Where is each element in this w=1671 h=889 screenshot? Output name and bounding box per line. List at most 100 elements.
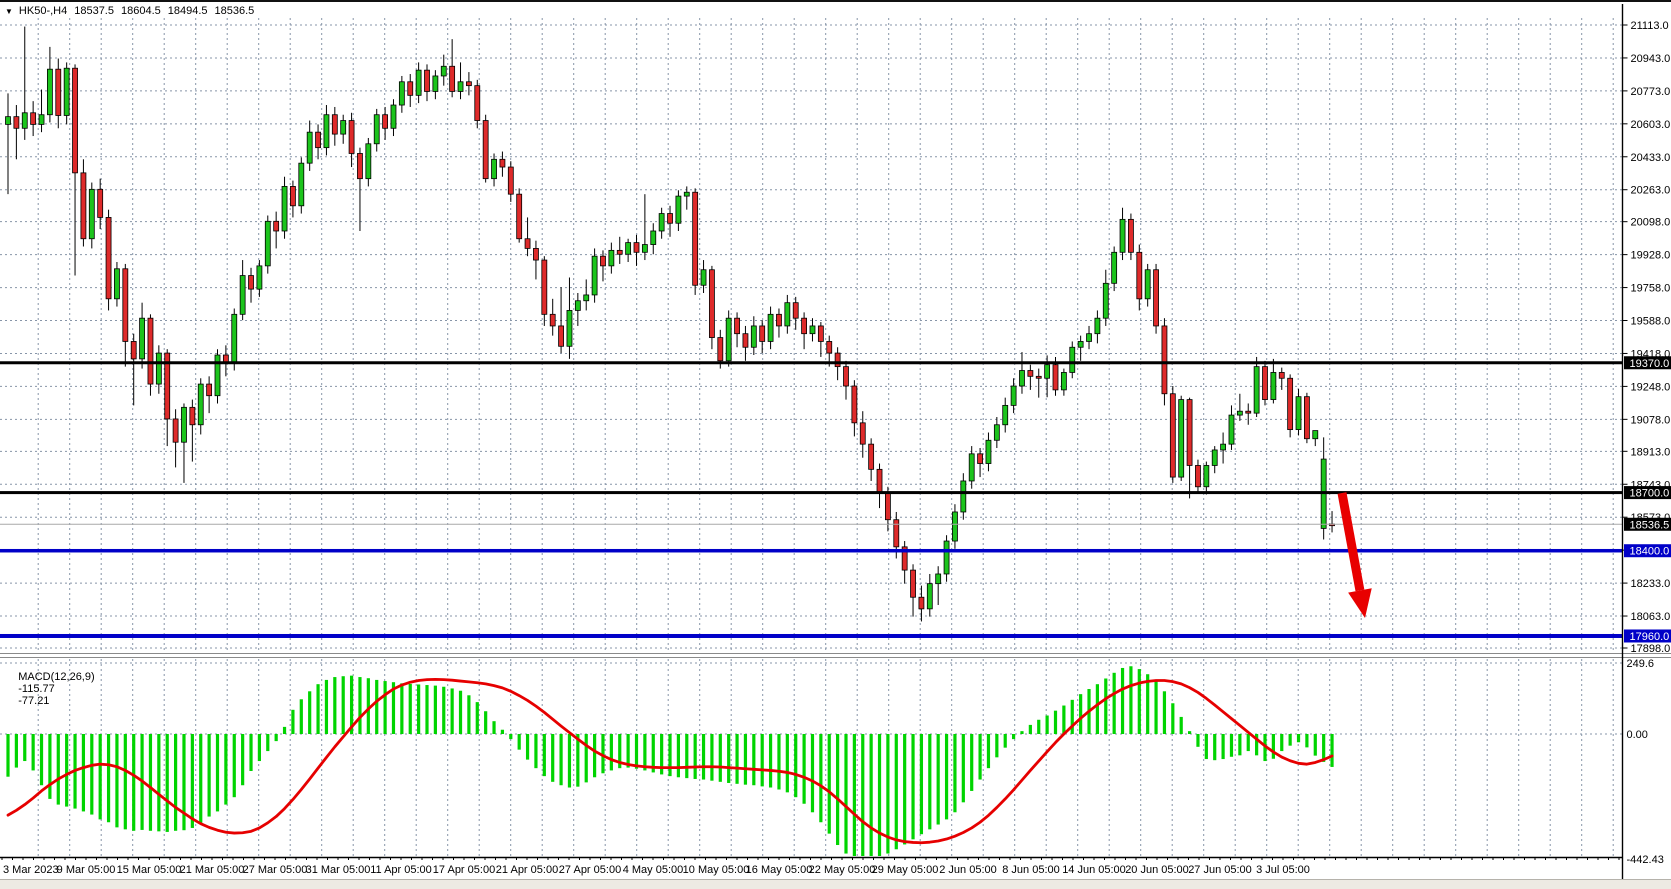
candle-bear [349, 121, 354, 154]
candle-bull [1145, 270, 1150, 299]
macd-histogram-bar [417, 684, 420, 734]
price-tick-label: 20098.0 [1631, 217, 1671, 229]
macd-histogram-bar [953, 734, 956, 812]
macd-histogram-bar [559, 734, 562, 785]
candle-bull [1120, 219, 1125, 252]
candlestick-macd-chart: 21113.020943.020773.020603.020433.020263… [0, 2, 1671, 889]
macd-histogram-bar [1305, 734, 1308, 747]
candle-bear [760, 326, 765, 342]
candle-bull [114, 269, 119, 299]
candle-bear [978, 454, 983, 464]
macd-histogram-bar [828, 734, 831, 834]
candle-bull [215, 355, 220, 396]
candle-bear [425, 70, 430, 91]
candle-bull [299, 163, 304, 206]
candle-bull [609, 250, 614, 266]
time-axis-label: 10 May 05:00 [683, 864, 750, 876]
macd-histogram-bar [1289, 734, 1292, 746]
support-line-blue[interactable] [0, 549, 1623, 553]
price-tick-label: 20433.0 [1631, 152, 1671, 164]
trend-arrow [1342, 493, 1372, 618]
candle-bull [575, 301, 580, 311]
macd-histogram-bar [82, 734, 85, 811]
candle-bear [450, 66, 455, 91]
macd-histogram-bar [1020, 731, 1023, 734]
macd-histogram-bar [300, 699, 303, 734]
macd-histogram-bar [459, 691, 462, 734]
macd-histogram-bar [509, 734, 512, 739]
candle-bear [1053, 365, 1058, 390]
macd-histogram-bar [744, 734, 747, 785]
macd-histogram-bar [157, 734, 160, 831]
candle-bear [1304, 397, 1309, 439]
candle-bull [1221, 444, 1226, 450]
macd-histogram-bar [258, 734, 261, 761]
time-axis-label: 21 Apr 05:00 [496, 864, 558, 876]
price-badge-label: 17960.0 [1630, 631, 1670, 643]
macd-histogram-bar [358, 677, 361, 734]
candle-bull [1045, 365, 1050, 379]
macd-histogram-bar [442, 687, 445, 734]
macd-histogram-bar [1247, 734, 1250, 751]
macd-histogram-bar [132, 734, 135, 831]
macd-histogram-bar [342, 676, 345, 734]
macd-histogram-bar [1154, 681, 1157, 734]
macd-histogram-bar [786, 734, 789, 792]
candle-bear [735, 318, 740, 334]
candle-bull [324, 115, 329, 148]
time-axis-label: 22 May 05:00 [809, 864, 876, 876]
candle-bear [743, 334, 748, 348]
time-axis-label: 16 May 05:00 [746, 864, 813, 876]
close-value: 18536.5 [215, 5, 255, 17]
candle-bear [274, 221, 279, 231]
candle-bear [500, 159, 505, 167]
candle-bear [1263, 367, 1268, 400]
price-axis: 21113.020943.020773.020603.020433.020263… [1623, 4, 1671, 879]
support-line-blue[interactable] [0, 634, 1623, 638]
macd-histogram-bar [719, 734, 722, 782]
time-axis-label: 15 Mar 05:00 [117, 864, 182, 876]
candle-bear [542, 260, 547, 314]
time-axis-label: 21 Mar 05:00 [180, 864, 245, 876]
macd-histogram-bar [208, 734, 211, 817]
candle-bull [433, 76, 438, 92]
arrow-head[interactable] [1348, 588, 1372, 618]
candle-bull [492, 159, 497, 178]
price-tick-label: 20943.0 [1631, 53, 1671, 65]
time-axis: 3 Mar 20239 Mar 05:0015 Mar 05:0021 Mar … [0, 858, 1623, 877]
resistance-line-black[interactable] [0, 491, 1623, 494]
price-tick-label: 19248.0 [1631, 381, 1671, 393]
candle-bull [659, 214, 664, 231]
price-tick-label: 19928.0 [1631, 250, 1671, 262]
candle-bull [726, 318, 731, 361]
symbol-dropdown-icon[interactable]: ▼ [5, 7, 13, 16]
macd-histogram-bar [1238, 734, 1241, 755]
macd-histogram-bar [48, 734, 51, 799]
macd-panel [6, 666, 1333, 856]
candle-bear [1128, 219, 1133, 252]
candle-bull [927, 584, 932, 609]
macd-histogram-bar [777, 734, 780, 790]
macd-histogram-bar [1054, 711, 1057, 734]
time-axis-label: 3 Mar 2023 [3, 864, 59, 876]
candle-bull [341, 121, 346, 135]
candle-bear [31, 113, 36, 125]
macd-histogram-bar [1163, 691, 1166, 734]
candle-bear [718, 338, 723, 361]
resistance-line-black[interactable] [0, 361, 1623, 364]
macd-histogram-bar [761, 734, 764, 786]
macd-histogram-bar [233, 734, 236, 797]
candle-bull [416, 70, 421, 95]
arrow-shaft[interactable] [1342, 493, 1360, 590]
candle-bull [651, 231, 656, 245]
macd-histogram-bar [283, 727, 286, 734]
macd-histogram-bar [1213, 734, 1216, 760]
macd-histogram-bar [878, 734, 881, 856]
macd-histogram-bar [694, 734, 697, 779]
candle-bear [818, 326, 823, 342]
macd-histogram-bar [811, 734, 814, 812]
macd-histogram-bar [1046, 715, 1049, 734]
candle-bear [508, 167, 513, 194]
macd-histogram-bar [249, 734, 252, 771]
candle-bear [1279, 372, 1284, 378]
